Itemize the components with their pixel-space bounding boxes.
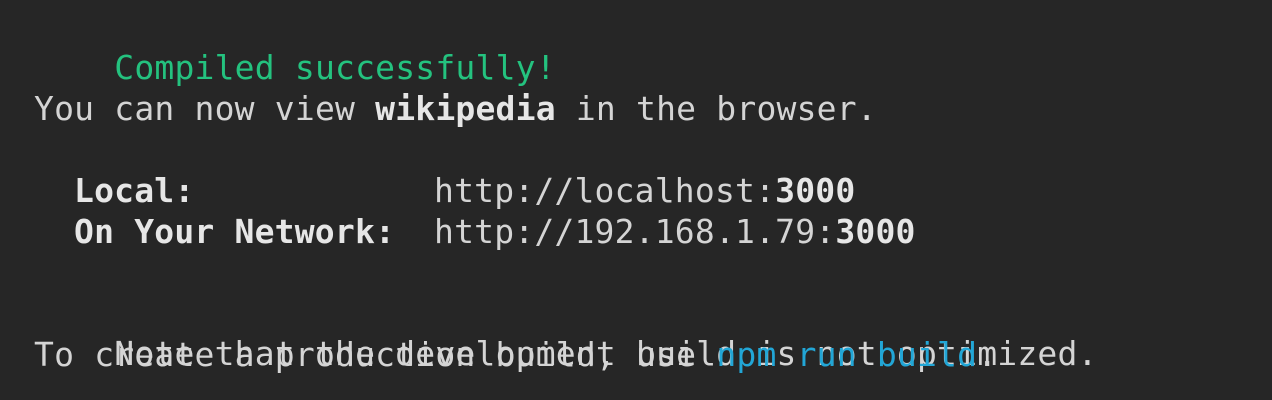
compile-status-text: Compiled successfully! <box>114 48 556 87</box>
network-label: On Your Network: <box>74 212 396 251</box>
terminal-window: Compiled successfully! You can now view … <box>0 0 1272 400</box>
production-build-line: To create a production build, use npm ru… <box>34 335 997 375</box>
view-line: You can now view wikipedia in the browse… <box>34 89 877 129</box>
local-url[interactable]: http://localhost:3000 <box>434 171 855 210</box>
build-command: npm run build <box>716 335 978 374</box>
app-name: wikipedia <box>375 89 556 128</box>
compile-status: Compiled successfully! <box>34 8 556 87</box>
prod-suffix: . <box>977 335 998 374</box>
network-url-base: http://192.168.1.79: <box>434 212 836 251</box>
local-url-base: http://localhost: <box>434 171 776 210</box>
view-suffix: in the browser. <box>555 89 877 128</box>
note-line: Note that the development build is not o… <box>34 294 1098 373</box>
local-port: 3000 <box>775 171 856 210</box>
network-address-row: On Your Network: http://192.168.1.79:3000 <box>74 212 916 252</box>
network-port: 3000 <box>835 212 916 251</box>
prod-prefix: To create a production build, use <box>34 335 717 374</box>
local-label: Local: <box>74 171 195 210</box>
network-url[interactable]: http://192.168.1.79:3000 <box>434 212 916 251</box>
local-address-row: Local: http://localhost:3000 <box>74 171 855 211</box>
view-prefix: You can now view <box>34 89 376 128</box>
